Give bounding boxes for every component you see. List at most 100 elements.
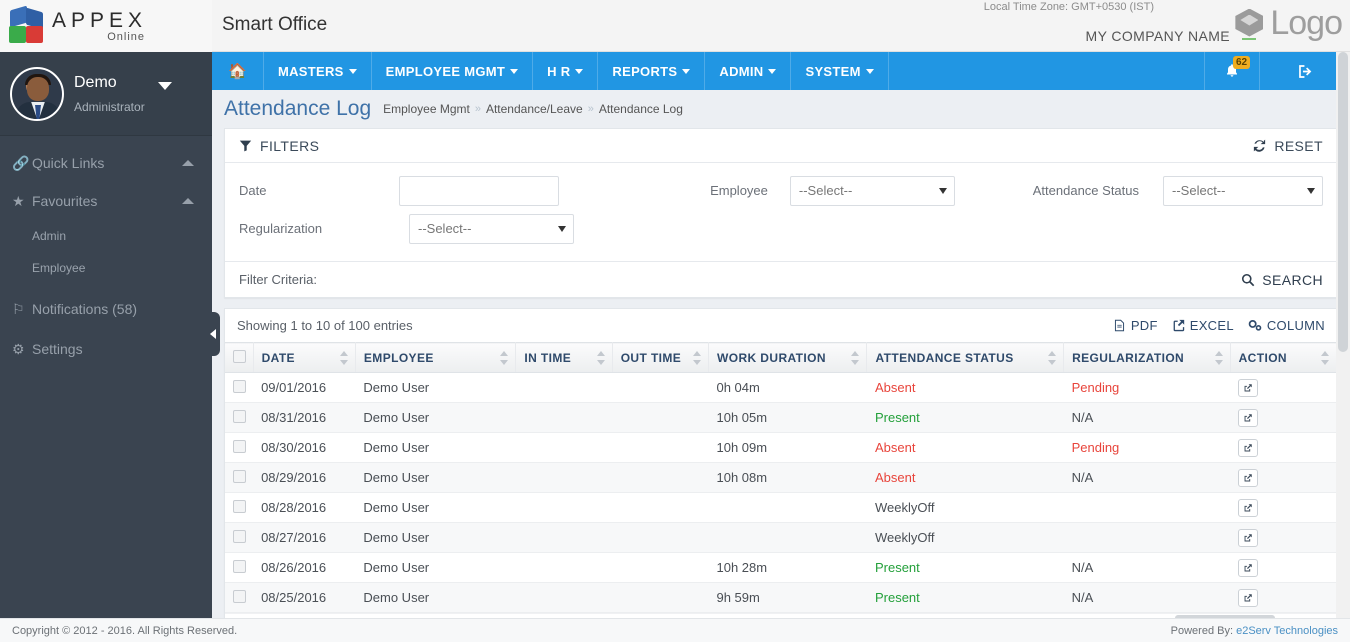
cell-regularization (1063, 492, 1231, 523)
excel-icon (1173, 319, 1184, 332)
brand-logo[interactable]: APPEX Online (0, 0, 212, 52)
column-header-attendance-status[interactable]: ATTENDANCE STATUS (866, 342, 1065, 373)
reset-button[interactable]: RESET (1252, 138, 1323, 154)
regularization-select[interactable]: --Select-- (409, 213, 574, 244)
nav-item-reports[interactable]: REPORTS (598, 52, 706, 90)
cell-employee: Demo User (355, 582, 516, 613)
cell-action (1230, 492, 1337, 523)
table-row[interactable]: 08/29/2016 Demo User 10h 08m Absent N/A (225, 462, 1337, 493)
column-header-action[interactable]: ACTION (1230, 342, 1338, 373)
row-checkbox[interactable] (233, 379, 246, 393)
table-row[interactable]: 08/25/2016 Demo User 9h 59m Present N/A (225, 582, 1337, 613)
timezone-label: Local Time Zone: GMT+0530 (IST) (983, 1, 1154, 13)
page-scrollbar-thumb[interactable] (1338, 52, 1348, 352)
row-open-button[interactable] (1238, 558, 1259, 577)
cell-date: 09/01/2016 (253, 372, 356, 403)
column-header-in-time[interactable]: IN TIME (515, 342, 613, 373)
column-header-employee[interactable]: EMPLOYEE (355, 342, 517, 373)
nav-item-masters[interactable]: MASTERS (264, 52, 372, 90)
table-row[interactable]: 08/28/2016 Demo User WeeklyOff (225, 492, 1337, 523)
export-excel-button[interactable]: EXCEL (1172, 318, 1234, 333)
row-checkbox[interactable] (233, 469, 246, 483)
row-checkbox[interactable] (233, 529, 246, 543)
row-open-button[interactable] (1238, 408, 1259, 427)
nav-item-admin[interactable]: ADMIN (705, 52, 792, 90)
powered-by: Powered By: e2Serv Technologies (1171, 625, 1338, 637)
breadcrumb-item[interactable]: Attendance/Leave (486, 102, 583, 116)
nav-spacer (888, 52, 1205, 90)
external-link-icon (1244, 533, 1252, 541)
cell-action (1230, 432, 1337, 463)
breadcrumb-separator: » (474, 103, 481, 115)
table-row[interactable]: 09/01/2016 Demo User 0h 04m Absent Pending (225, 372, 1337, 403)
table-row[interactable]: 08/26/2016 Demo User 10h 28m Present N/A (225, 552, 1337, 583)
sidebar-item-settings[interactable]: ⚙ Settings (0, 330, 212, 368)
filters-body: Date Employee --Select-- Attendance Stat… (225, 163, 1337, 261)
date-input[interactable] (398, 175, 559, 206)
row-checkbox[interactable] (233, 559, 246, 573)
notifications-button[interactable]: 62 (1205, 52, 1260, 90)
column-header-work-duration[interactable]: WORK DURATION (708, 342, 868, 373)
row-checkbox[interactable] (233, 589, 246, 603)
reset-label: RESET (1274, 137, 1323, 154)
table-row[interactable]: 08/31/2016 Demo User 10h 05m Present N/A (225, 402, 1337, 433)
row-checkbox[interactable] (233, 499, 246, 513)
main-content: 🏠 MASTERS EMPLOYEE MGMT H R REPORTS ADMI… (212, 52, 1350, 622)
nav-home-button[interactable]: 🏠 (212, 52, 264, 90)
row-checkbox[interactable] (233, 439, 246, 453)
attendance-table-panel: Showing 1 to 10 of 100 entries PDF EXCEL… (224, 308, 1338, 622)
user-dropdown-caret-icon[interactable] (158, 82, 172, 90)
refresh-icon (1254, 139, 1266, 152)
select-all-checkbox[interactable] (233, 349, 246, 363)
search-button[interactable]: SEARCH (1241, 272, 1323, 288)
sidebar-item-quick-links[interactable]: 🔗 Quick Links (0, 144, 212, 182)
cell-regularization: N/A (1063, 402, 1231, 433)
row-open-button[interactable] (1238, 378, 1259, 397)
user-name: Demo (74, 73, 117, 91)
sidebar-item-favourites[interactable]: ★ Favourites (0, 182, 212, 220)
row-checkbox[interactable] (233, 409, 246, 423)
sidebar-collapse-handle[interactable] (206, 312, 220, 356)
sidebar-item-notifications[interactable]: ⚐ Notifications (58) (0, 290, 212, 328)
cell-employee: Demo User (355, 552, 516, 583)
table-row[interactable]: 08/30/2016 Demo User 10h 09m Absent Pending (225, 432, 1337, 463)
logout-icon (1298, 64, 1311, 78)
copyright-text: Copyright © 2012 - 2016. All Rights Rese… (12, 624, 238, 637)
attendance-status-select[interactable]: --Select-- (1163, 175, 1324, 206)
column-chooser-button[interactable]: COLUMN (1248, 318, 1325, 333)
column-header-regularization[interactable]: REGULARIZATION (1063, 342, 1231, 373)
cell-date: 08/25/2016 (253, 582, 356, 613)
row-open-button[interactable] (1238, 438, 1259, 457)
sidebar-item-employee[interactable]: Employee (0, 252, 212, 284)
powered-by-link[interactable]: e2Serv Technologies (1236, 625, 1338, 637)
column-label: IN TIME (524, 350, 572, 365)
row-open-button[interactable] (1238, 528, 1259, 547)
page-scrollbar[interactable] (1336, 52, 1350, 618)
breadcrumb-item[interactable]: Employee Mgmt (383, 102, 470, 116)
cell-attendance-status: Absent (866, 462, 1064, 493)
cell-action (1230, 552, 1337, 583)
cell-regularization: N/A (1063, 582, 1231, 613)
export-pdf-button[interactable]: PDF (1113, 318, 1158, 333)
nav-item-hr[interactable]: H R (533, 52, 599, 90)
row-open-button[interactable] (1238, 498, 1259, 517)
avatar (10, 66, 64, 121)
select-all-header (225, 342, 254, 373)
sidebar: Demo Administrator 🔗 Quick Links ★ Favou… (0, 52, 212, 618)
external-link-icon (1244, 473, 1252, 481)
nav-item-label: SYSTEM (805, 63, 861, 79)
user-panel[interactable]: Demo Administrator (0, 52, 212, 136)
cell-in-time (515, 582, 613, 613)
column-header-date[interactable]: DATE (253, 342, 356, 373)
nav-item-system[interactable]: SYSTEM (791, 52, 889, 90)
cell-out-time (612, 462, 709, 493)
cell-date: 08/26/2016 (253, 552, 356, 583)
nav-item-employee-mgmt[interactable]: EMPLOYEE MGMT (372, 52, 534, 90)
row-open-button[interactable] (1238, 588, 1259, 607)
table-row[interactable]: 08/27/2016 Demo User WeeklyOff (225, 522, 1337, 553)
sidebar-item-admin[interactable]: Admin (0, 220, 212, 252)
column-header-out-time[interactable]: OUT TIME (612, 342, 709, 373)
page-header: Attendance Log Employee Mgmt » Attendanc… (212, 90, 1350, 128)
employee-select[interactable]: --Select-- (789, 175, 955, 206)
row-open-button[interactable] (1238, 468, 1259, 487)
